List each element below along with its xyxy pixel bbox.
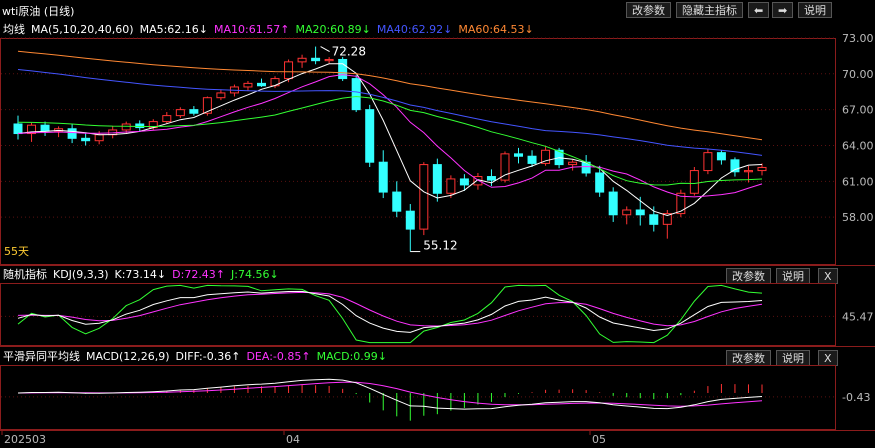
candle-body	[757, 166, 767, 172]
candle-body	[351, 78, 361, 111]
candle-body	[135, 123, 145, 129]
candle-body	[81, 137, 91, 142]
candle-body	[311, 57, 321, 62]
candle-body	[162, 115, 172, 123]
candle-body	[689, 170, 699, 194]
main-panel-frame	[0, 38, 836, 265]
candle-body	[40, 124, 50, 132]
candle-body	[459, 178, 469, 186]
candle-body	[365, 109, 375, 163]
candle-body	[432, 164, 442, 194]
low-price-label: 55.12	[423, 239, 457, 253]
candle-body	[94, 134, 104, 142]
x-axis-label: 04	[286, 433, 300, 446]
candle-body	[527, 155, 537, 164]
candle-body	[514, 153, 524, 157]
ma40-line	[17, 69, 763, 156]
macd-panel-frame	[0, 365, 836, 430]
kdj-axis-label: 45.47	[842, 310, 874, 323]
kdj-d-line	[17, 291, 763, 327]
axis-tick-label: 58.00	[842, 211, 874, 224]
candle-body	[743, 170, 753, 173]
macd-dea-line	[17, 381, 763, 407]
candle-body	[622, 209, 632, 216]
x-axis-label: 202503	[4, 433, 46, 446]
candle-body	[216, 92, 226, 99]
days-label: 55天	[4, 245, 29, 258]
candle-body	[13, 123, 23, 135]
candle-body	[67, 128, 77, 139]
candle-body	[608, 191, 618, 216]
candle-body	[568, 161, 578, 166]
axis-tick-label: 64.00	[842, 139, 874, 152]
axis-tick-label: 61.00	[842, 175, 874, 188]
candle-body	[419, 164, 429, 230]
macd-axis-label: -0.43	[842, 391, 870, 404]
high-price-label: 72.28	[332, 45, 366, 59]
candle-body	[189, 109, 199, 114]
candle-body	[378, 161, 388, 193]
high-marker	[320, 46, 330, 53]
candle-body	[446, 178, 456, 194]
price-chart[interactable]: 73.00 70.00 67.00 64.00 61.00 58.00 72.28 55.12…	[0, 0, 875, 448]
candle-body	[595, 172, 605, 193]
kdj-k-line	[17, 290, 763, 333]
candle-body	[486, 176, 496, 181]
candle-body	[175, 109, 185, 117]
candle-body	[121, 123, 131, 131]
candle-body	[243, 82, 253, 88]
candle-body	[297, 57, 307, 63]
x-axis-label: 05	[592, 433, 606, 446]
axis-tick-label: 70.00	[842, 68, 874, 81]
axis-tick-label: 67.00	[842, 104, 874, 117]
kdj-j-line	[17, 284, 763, 344]
candle-body	[284, 61, 294, 80]
candle-body	[324, 58, 334, 62]
ma5-line	[17, 63, 763, 217]
candle-body	[649, 214, 659, 225]
candle-body	[392, 191, 402, 212]
candle-body	[405, 210, 415, 230]
candle-body	[703, 152, 713, 172]
candle-body	[338, 58, 348, 80]
axis-tick-label: 73.00	[842, 32, 874, 45]
candle-body	[256, 82, 266, 87]
candle-body	[716, 152, 726, 161]
candle-body	[635, 209, 645, 216]
